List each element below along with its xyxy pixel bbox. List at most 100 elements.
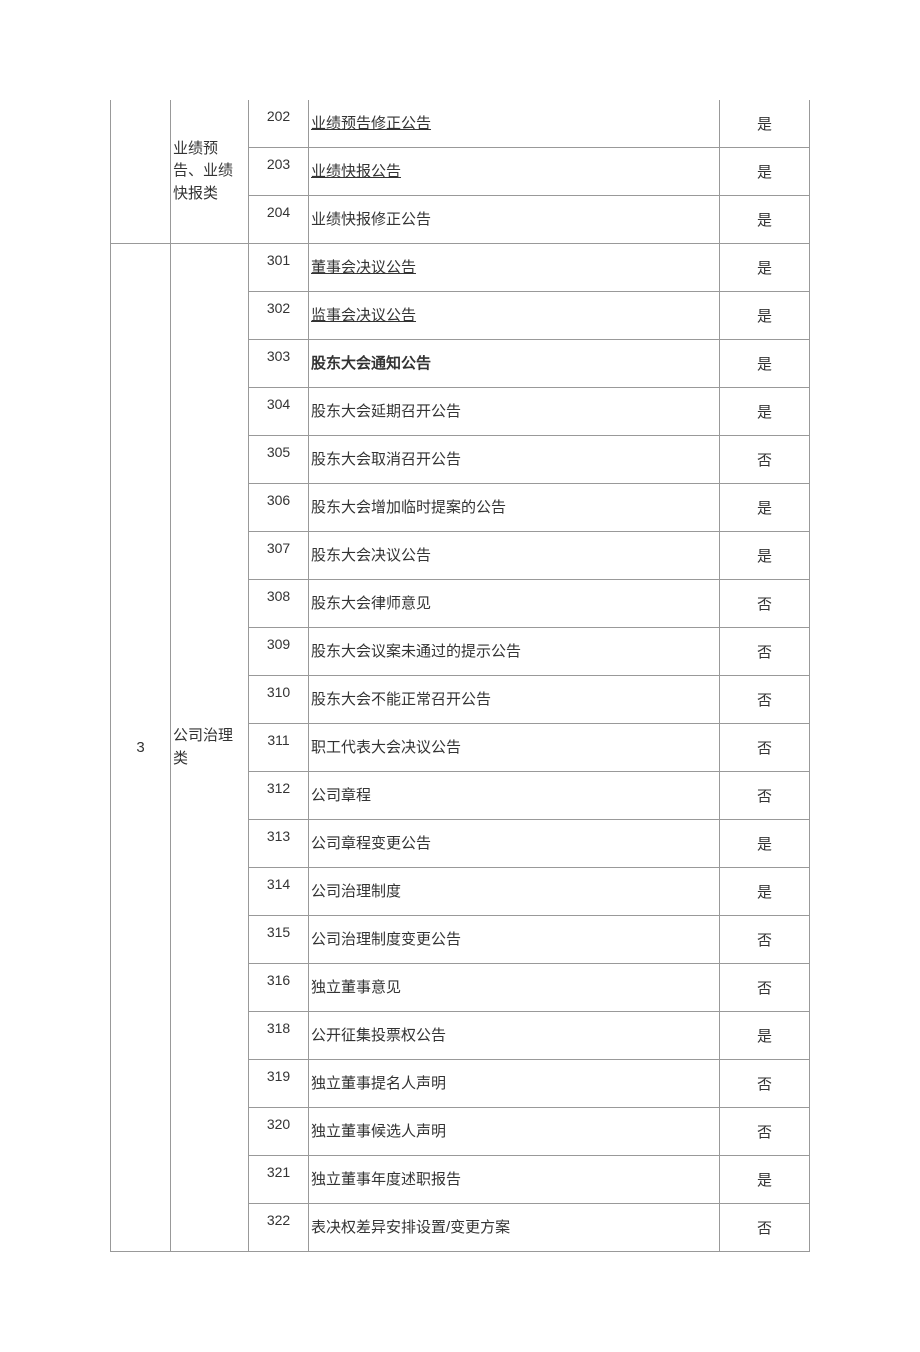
name-text: 股东大会不能正常召开公告 — [311, 691, 491, 708]
name-text: 公司治理制度变更公告 — [311, 931, 461, 948]
name-text: 业绩快报公告 — [311, 163, 401, 180]
code-cell: 301 — [249, 244, 309, 292]
name-text: 公开征集投票权公告 — [311, 1027, 446, 1044]
name-text: 公司章程 — [311, 787, 371, 804]
name-cell: 股东大会延期召开公告 — [309, 388, 720, 436]
name-cell: 公司章程变更公告 — [309, 820, 720, 868]
yesno-cell: 否 — [720, 1060, 810, 1108]
name-cell: 股东大会议案未通过的提示公告 — [309, 628, 720, 676]
code-cell: 306 — [249, 484, 309, 532]
name-cell: 独立董事年度述职报告 — [309, 1156, 720, 1204]
name-text: 独立董事年度述职报告 — [311, 1171, 461, 1188]
yesno-cell: 否 — [720, 1108, 810, 1156]
yesno-cell: 是 — [720, 1156, 810, 1204]
code-cell: 310 — [249, 676, 309, 724]
group-category-cell: 业绩预告、业绩快报类 — [171, 100, 249, 244]
yesno-cell: 是 — [720, 388, 810, 436]
code-cell: 319 — [249, 1060, 309, 1108]
yesno-cell: 否 — [720, 628, 810, 676]
group-index-cell — [111, 100, 171, 244]
name-cell: 监事会决议公告 — [309, 292, 720, 340]
yesno-cell: 否 — [720, 964, 810, 1012]
name-text: 独立董事提名人声明 — [311, 1075, 446, 1092]
name-text: 独立董事意见 — [311, 979, 401, 996]
name-text: 股东大会议案未通过的提示公告 — [311, 643, 521, 660]
yesno-cell: 否 — [720, 1204, 810, 1252]
name-text: 监事会决议公告 — [311, 307, 416, 324]
yesno-cell: 是 — [720, 532, 810, 580]
yesno-cell: 是 — [720, 100, 810, 148]
name-text: 股东大会延期召开公告 — [311, 403, 461, 420]
yesno-cell: 是 — [720, 820, 810, 868]
name-cell: 业绩快报公告 — [309, 148, 720, 196]
group-index-cell: 3 — [111, 244, 171, 1252]
yesno-cell: 是 — [720, 868, 810, 916]
name-cell: 独立董事提名人声明 — [309, 1060, 720, 1108]
name-text: 公司章程变更公告 — [311, 835, 431, 852]
name-cell: 独立董事候选人声明 — [309, 1108, 720, 1156]
announcement-table: 业绩预告、业绩快报类202业绩预告修正公告是203业绩快报公告是204业绩快报修… — [110, 100, 810, 1252]
name-cell: 公司治理制度 — [309, 868, 720, 916]
code-cell: 318 — [249, 1012, 309, 1060]
code-cell: 321 — [249, 1156, 309, 1204]
yesno-cell: 否 — [720, 772, 810, 820]
code-cell: 314 — [249, 868, 309, 916]
yesno-cell: 否 — [720, 916, 810, 964]
name-cell: 股东大会增加临时提案的公告 — [309, 484, 720, 532]
name-cell: 股东大会律师意见 — [309, 580, 720, 628]
code-cell: 202 — [249, 100, 309, 148]
name-cell: 股东大会通知公告 — [309, 340, 720, 388]
name-text: 公司治理制度 — [311, 883, 401, 900]
name-cell: 公司治理制度变更公告 — [309, 916, 720, 964]
yesno-cell: 否 — [720, 580, 810, 628]
code-cell: 313 — [249, 820, 309, 868]
yesno-cell: 是 — [720, 196, 810, 244]
yesno-cell: 是 — [720, 148, 810, 196]
code-cell: 312 — [249, 772, 309, 820]
name-text: 董事会决议公告 — [311, 259, 416, 276]
code-cell: 309 — [249, 628, 309, 676]
table-row: 3公司治理类301董事会决议公告是 — [111, 244, 810, 292]
yesno-cell: 是 — [720, 292, 810, 340]
name-cell: 股东大会决议公告 — [309, 532, 720, 580]
name-cell: 公开征集投票权公告 — [309, 1012, 720, 1060]
yesno-cell: 否 — [720, 676, 810, 724]
yesno-cell: 是 — [720, 484, 810, 532]
code-cell: 203 — [249, 148, 309, 196]
name-text: 职工代表大会决议公告 — [311, 739, 461, 756]
code-cell: 315 — [249, 916, 309, 964]
yesno-cell: 是 — [720, 1012, 810, 1060]
yesno-cell: 否 — [720, 436, 810, 484]
name-cell: 股东大会不能正常召开公告 — [309, 676, 720, 724]
code-cell: 311 — [249, 724, 309, 772]
name-cell: 业绩预告修正公告 — [309, 100, 720, 148]
name-text: 业绩预告修正公告 — [311, 115, 431, 132]
name-text: 股东大会通知公告 — [311, 355, 431, 372]
code-cell: 307 — [249, 532, 309, 580]
name-text: 独立董事候选人声明 — [311, 1123, 446, 1140]
code-cell: 204 — [249, 196, 309, 244]
code-cell: 304 — [249, 388, 309, 436]
name-cell: 独立董事意见 — [309, 964, 720, 1012]
code-cell: 322 — [249, 1204, 309, 1252]
name-text: 股东大会决议公告 — [311, 547, 431, 564]
name-cell: 职工代表大会决议公告 — [309, 724, 720, 772]
name-text: 股东大会增加临时提案的公告 — [311, 499, 506, 516]
table-row: 业绩预告、业绩快报类202业绩预告修正公告是 — [111, 100, 810, 148]
code-cell: 316 — [249, 964, 309, 1012]
yesno-cell: 否 — [720, 724, 810, 772]
name-cell: 业绩快报修正公告 — [309, 196, 720, 244]
yesno-cell: 是 — [720, 244, 810, 292]
name-cell: 公司章程 — [309, 772, 720, 820]
code-cell: 302 — [249, 292, 309, 340]
name-cell: 股东大会取消召开公告 — [309, 436, 720, 484]
name-text: 股东大会取消召开公告 — [311, 451, 461, 468]
name-cell: 表决权差异安排设置/变更方案 — [309, 1204, 720, 1252]
code-cell: 320 — [249, 1108, 309, 1156]
name-cell: 董事会决议公告 — [309, 244, 720, 292]
group-category-cell: 公司治理类 — [171, 244, 249, 1252]
code-cell: 308 — [249, 580, 309, 628]
yesno-cell: 是 — [720, 340, 810, 388]
code-cell: 305 — [249, 436, 309, 484]
code-cell: 303 — [249, 340, 309, 388]
